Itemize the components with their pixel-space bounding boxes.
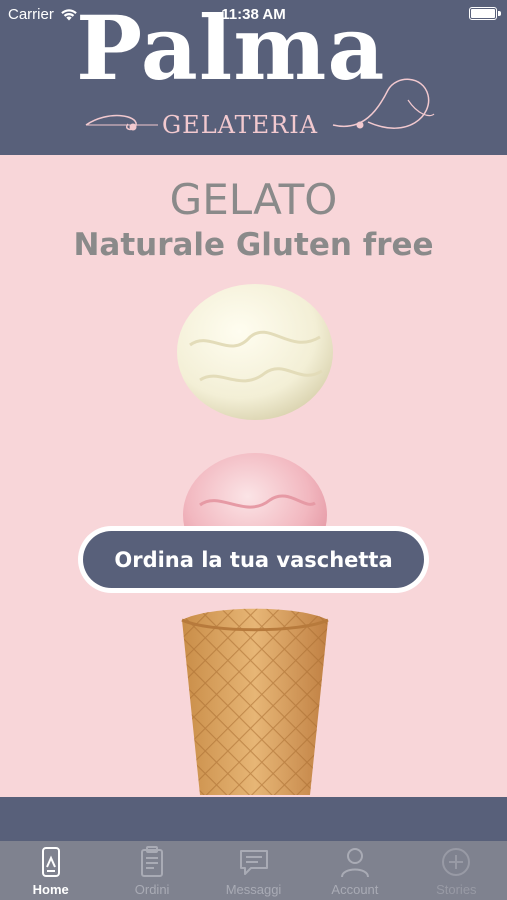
tab-home[interactable]: Home <box>0 841 101 900</box>
brand-subtitle: GELATERIA <box>162 111 319 139</box>
phone-icon <box>41 847 60 877</box>
tab-ordini[interactable]: Ordini <box>101 841 202 900</box>
chat-icon <box>239 850 268 875</box>
tab-bar: Home Ordini Messaggi Account Stories <box>0 841 507 900</box>
tab-home-label: Home <box>32 882 69 897</box>
clipboard-icon <box>141 846 164 877</box>
app-header: Carrier 11:38 AM Palma GELATERIA <box>0 0 507 155</box>
tab-account[interactable]: Account <box>304 841 405 900</box>
battery-cap <box>498 11 501 16</box>
footer-band <box>0 797 507 841</box>
tab-account-label: Account <box>331 882 379 897</box>
battery-icon <box>469 7 497 20</box>
order-tub-button[interactable]: Ordina la tua vaschetta <box>83 531 424 588</box>
order-button-outline: Ordina la tua vaschetta <box>78 526 429 593</box>
hero-title: GELATO <box>169 175 338 224</box>
tab-messaggi[interactable]: Messaggi <box>203 841 304 900</box>
user-icon <box>340 848 369 878</box>
tab-stories-label: Stories <box>436 882 477 897</box>
hero-subtitle: Naturale Gluten free <box>73 227 434 263</box>
plus-circle-icon <box>442 848 471 876</box>
tab-stories[interactable]: Stories <box>406 841 507 900</box>
tab-ordini-label: Ordini <box>134 882 170 897</box>
hero-banner: GELATO Naturale Gluten free Ordina la tu… <box>0 155 507 797</box>
tab-messaggi-label: Messaggi <box>225 882 282 897</box>
